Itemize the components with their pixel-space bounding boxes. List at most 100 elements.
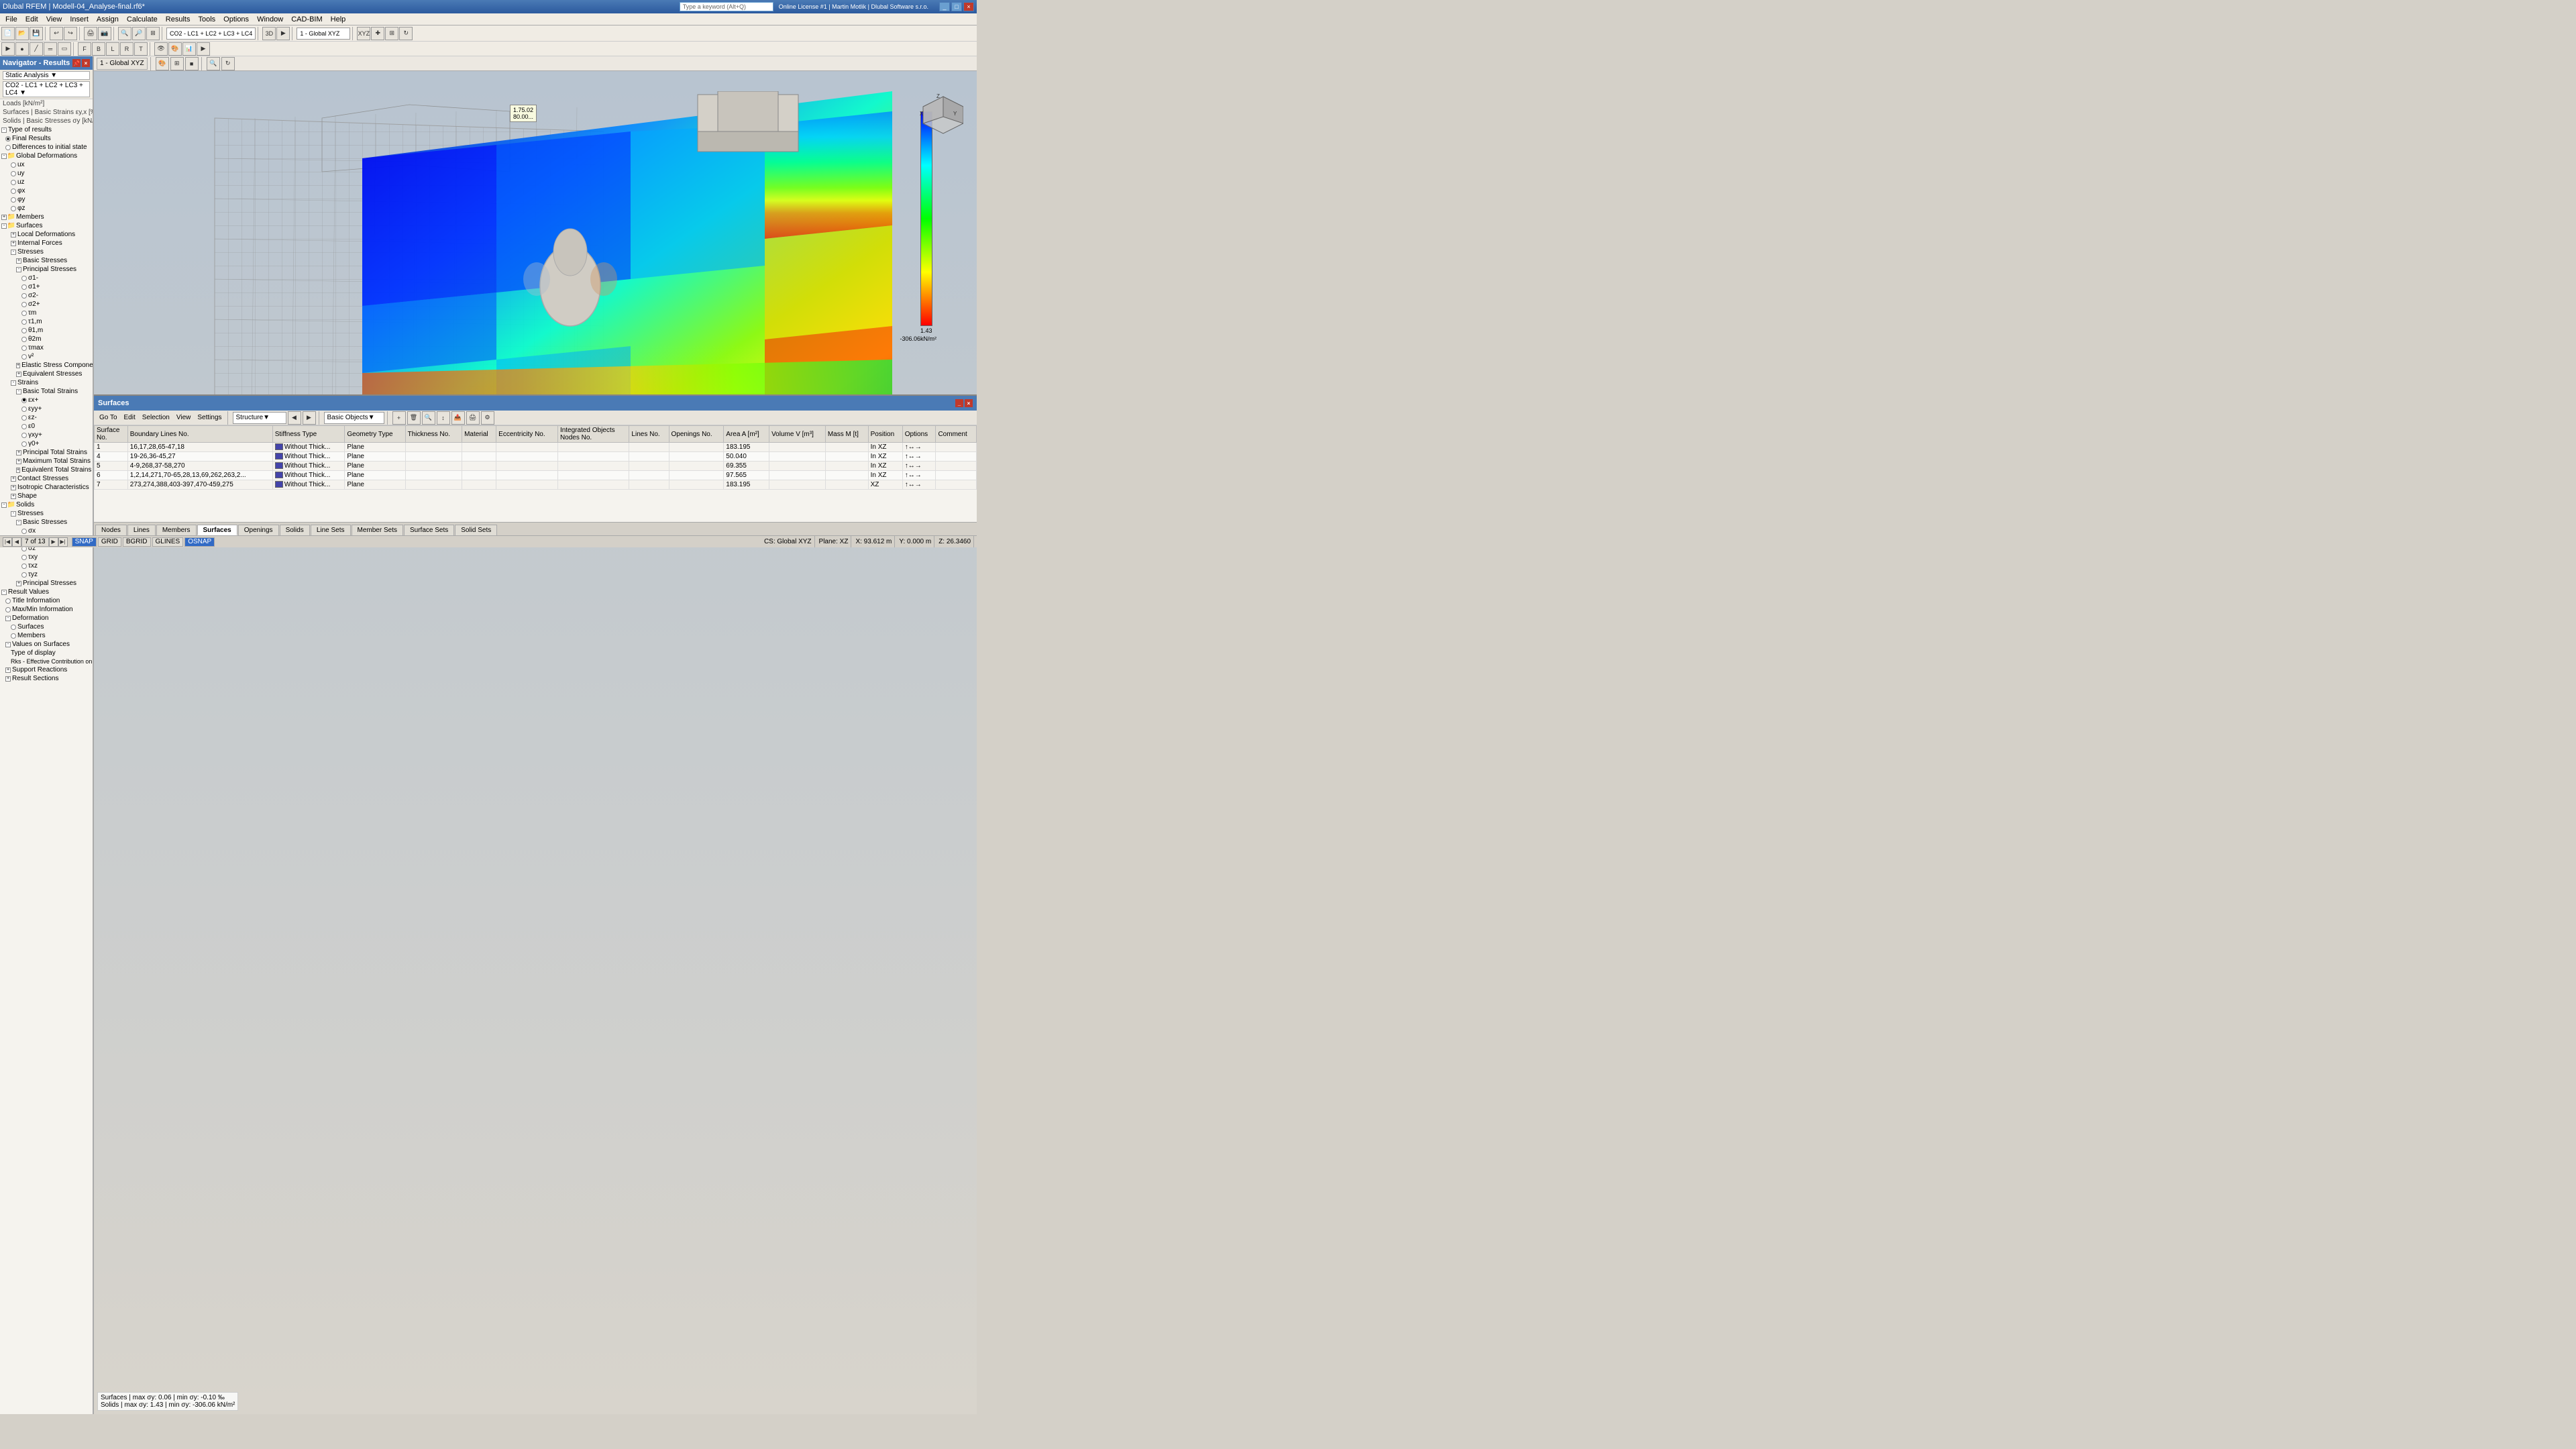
nav-equiv-stresses[interactable]: + Equivalent Stresses (0, 370, 93, 378)
nav-max-total-strains[interactable]: + Maximum Total Strains (0, 457, 93, 466)
table-row[interactable]: 5 4-9,268,37-58,270 Without Thick... Pla… (95, 462, 977, 471)
nav-exx-plus[interactable]: ● εx+ (0, 396, 93, 405)
nav-strains[interactable]: - Strains (0, 378, 93, 387)
filter-next-button[interactable]: ▶ (303, 411, 316, 425)
page-next-button[interactable]: ▶ (49, 537, 58, 547)
zoom-out-button[interactable]: 🔎 (132, 27, 146, 40)
tab-surface-sets[interactable]: Surface Sets (404, 525, 454, 535)
nav-gx[interactable]: φx (0, 186, 93, 195)
view3d-button[interactable]: 3D (262, 27, 276, 40)
menu-edit[interactable]: Edit (21, 15, 42, 24)
nav-basic-total-strains[interactable]: - Basic Total Strains (0, 387, 93, 396)
nav-type-of-display[interactable]: Type of display (0, 649, 93, 657)
nav-sigma2plus[interactable]: σ2+ (0, 300, 93, 309)
nav-maxmin-info[interactable]: Max/Min Information (0, 605, 93, 614)
vp-render-button[interactable]: 🎨 (156, 57, 169, 70)
filter-button[interactable]: 🔍 (422, 411, 435, 425)
surface-button[interactable]: ▭ (58, 42, 71, 56)
search-box[interactable]: Type a keyword (Alt+Q) (680, 2, 773, 11)
view-top-button[interactable]: T (134, 42, 148, 56)
nav-theta2m[interactable]: θ2m (0, 335, 93, 343)
filter-prev-button[interactable]: ◀ (288, 411, 301, 425)
menu-options[interactable]: Options (219, 15, 253, 24)
zoom-in-button[interactable]: 🔍 (118, 27, 131, 40)
panel-edit[interactable]: Edit (121, 414, 138, 421)
nav-support-reactions[interactable]: + Support Reactions (0, 665, 93, 674)
sort-button[interactable]: ↕ (437, 411, 450, 425)
view-right-button[interactable]: R (120, 42, 133, 56)
tab-member-sets[interactable]: Member Sets (352, 525, 403, 535)
panel-selection[interactable]: Selection (140, 414, 172, 421)
grid-button-status[interactable]: GRID (98, 537, 121, 547)
page-last-button[interactable]: ▶| (58, 537, 68, 547)
nav-solid-principal-stresses[interactable]: + Principal Stresses (0, 579, 93, 588)
nav-pin-button[interactable]: 📌 (72, 59, 80, 67)
snap-button-status[interactable]: SNAP (72, 537, 97, 547)
nav-basic-stresses[interactable]: + Basic Stresses (0, 256, 93, 265)
nav-sigma1minus[interactable]: σ1- (0, 274, 93, 282)
viewport[interactable]: 1 - Global XYZ 🎨 ⊞ ■ 🔍 ↻ (94, 56, 977, 1414)
nav-shape[interactable]: + Shape (0, 492, 93, 500)
menu-tools[interactable]: Tools (194, 15, 219, 24)
nav-theta1m[interactable]: θ1,m (0, 326, 93, 335)
table-row[interactable]: 4 19-26,36-45,27 Without Thick... Plane … (95, 452, 977, 462)
nav-elastic-stress[interactable]: + Elastic Stress Components (0, 361, 93, 370)
undo-button[interactable]: ↩ (50, 27, 63, 40)
menu-assign[interactable]: Assign (93, 15, 123, 24)
tab-members[interactable]: Members (156, 525, 197, 535)
nav-solid-txy[interactable]: τxy (0, 553, 93, 561)
new-button[interactable]: 📄 (1, 27, 15, 40)
load-combo-dropdown[interactable]: CO2 - LC1 + LC2 + LC3 + LC4 (166, 28, 256, 40)
nav-values-on-surfaces[interactable]: - Values on Surfaces (0, 640, 93, 649)
nav-surfaces-disp[interactable]: Surfaces (0, 623, 93, 631)
nav-result-sections[interactable]: + Result Sections (0, 674, 93, 683)
nav-members[interactable]: + 📁 Members (0, 213, 93, 221)
nav-eyy-plus[interactable]: εyy+ (0, 405, 93, 413)
nav-solid-txz[interactable]: τxz (0, 561, 93, 570)
panel-goto[interactable]: Go To (97, 414, 120, 421)
nav-taumax[interactable]: τmax (0, 343, 93, 352)
tab-surfaces[interactable]: Surfaces (197, 525, 237, 535)
menu-help[interactable]: Help (327, 15, 350, 24)
nav-result-values[interactable]: - Result Values (0, 588, 93, 596)
member-button[interactable]: ═ (44, 42, 57, 56)
color-button[interactable]: 🎨 (168, 42, 182, 56)
nav-tau1m[interactable]: τ1,m (0, 317, 93, 326)
table-row[interactable]: 1 16,17,28,65-47,18 Without Thick... Pla… (95, 443, 977, 452)
redo-button[interactable]: ↪ (64, 27, 77, 40)
vp-solid-button[interactable]: ■ (185, 57, 199, 70)
rotate-button[interactable]: ↻ (399, 27, 413, 40)
nav-solid-basic-stresses[interactable]: - Basic Stresses (0, 518, 93, 527)
print-button[interactable]: 🖨 (84, 27, 97, 40)
nav-solids[interactable]: - 📁 Solids (0, 500, 93, 509)
nav-v2[interactable]: v² (0, 352, 93, 361)
render-button[interactable]: ▶ (276, 27, 290, 40)
bgrid-button-status[interactable]: BGRID (123, 537, 151, 547)
table-row[interactable]: 6 1,2,14,271,70-65,28,13,69,262,263,2...… (95, 471, 977, 480)
nav-isotropic[interactable]: + Isotropic Characteristics (0, 483, 93, 492)
nav-sigma1plus[interactable]: σ1+ (0, 282, 93, 291)
nav-internal-forces[interactable]: + Internal Forces (0, 239, 93, 248)
nav-uz[interactable]: uz (0, 178, 93, 186)
nav-sigma2minus[interactable]: σ2- (0, 291, 93, 300)
nav-effective-contrib[interactable]: Rks - Effective Contribution on Surfaces… (0, 657, 93, 665)
vp-rotate-button[interactable]: ↻ (221, 57, 235, 70)
menu-calculate[interactable]: Calculate (123, 15, 162, 24)
nav-solid-sx[interactable]: σx (0, 527, 93, 535)
menu-file[interactable]: File (1, 15, 21, 24)
close-button[interactable]: × (963, 2, 974, 11)
nav-contact-stresses[interactable]: + Contact Stresses (0, 474, 93, 483)
nav-type-of-results[interactable]: - Type of results (0, 125, 93, 134)
tab-lines[interactable]: Lines (127, 525, 156, 535)
nav-e0[interactable]: ε0 (0, 422, 93, 431)
table-row[interactable]: 7 273,274,388,403-397,470-459,275 Withou… (95, 480, 977, 490)
results-button[interactable]: 📊 (182, 42, 196, 56)
tab-solid-sets[interactable]: Solid Sets (455, 525, 497, 535)
view-front-button[interactable]: F (78, 42, 91, 56)
surfaces-table[interactable]: SurfaceNo. Boundary Lines No. Stiffness … (94, 425, 977, 522)
nav-surfaces[interactable]: - 📁 Surfaces (0, 221, 93, 230)
save-button[interactable]: 💾 (30, 27, 43, 40)
panel-close-button[interactable]: × (965, 399, 973, 407)
nav-ux[interactable]: ux (0, 160, 93, 169)
maximize-button[interactable]: □ (951, 2, 962, 11)
